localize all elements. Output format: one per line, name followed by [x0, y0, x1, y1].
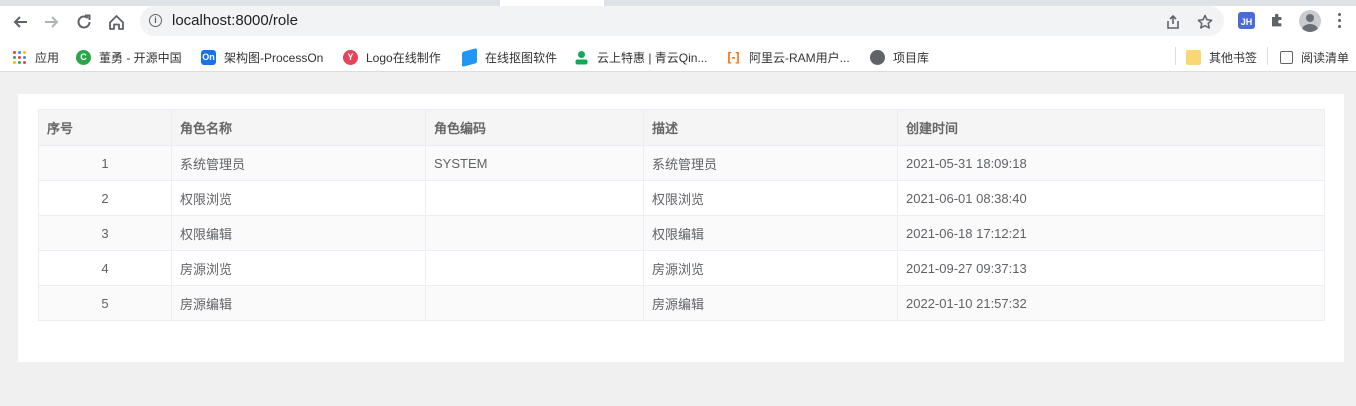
- folder-icon: [1186, 49, 1201, 65]
- table-row[interactable]: 2 权限浏览 权限浏览 2021-06-01 08:38:40: [38, 180, 1325, 216]
- processon-icon: On: [201, 49, 216, 65]
- column-header-role-name[interactable]: 角色名称: [171, 109, 426, 146]
- cell-role-code: [425, 250, 644, 286]
- bookmark-cutout[interactable]: 在线抠图软件: [462, 47, 557, 67]
- bookmark-label: 阅读清单: [1301, 50, 1350, 65]
- bookmark-label: 架构图-ProcessOn: [224, 50, 324, 65]
- bookmark-label: 阿里云-RAM用户...: [749, 50, 850, 65]
- forward-icon[interactable]: [39, 9, 65, 35]
- cell-role-name: 房源编辑: [171, 285, 426, 321]
- profile-avatar-icon[interactable]: [1299, 10, 1321, 32]
- cell-index: 1: [38, 145, 172, 181]
- cell-created-time: 2021-06-18 17:12:21: [897, 215, 1325, 251]
- oschina-icon: C: [76, 49, 91, 65]
- globe-icon: [870, 49, 885, 65]
- table-row[interactable]: 5 房源编辑 房源编辑 2022-01-10 21:57:32: [38, 285, 1325, 321]
- cell-role-code: [425, 215, 644, 251]
- cell-created-time: 2021-06-01 08:38:40: [897, 180, 1325, 216]
- bookmark-project-lib[interactable]: 项目库: [870, 47, 929, 67]
- back-icon[interactable]: [7, 9, 33, 35]
- cell-description: 系统管理员: [643, 145, 898, 181]
- role-table: 序号 角色名称 角色编码 描述 创建时间 1 系统管理员 SYSTEM 系统管理…: [38, 109, 1325, 321]
- logo-maker-icon: Y: [343, 49, 358, 65]
- url-text[interactable]: localhost:8000/role: [172, 12, 298, 29]
- bookmark-other[interactable]: 其他书签: [1186, 47, 1257, 67]
- bookmark-aliyun[interactable]: [-] 阿里云-RAM用户...: [726, 47, 850, 67]
- cell-description: 权限编辑: [643, 215, 898, 251]
- bookmark-oschina[interactable]: C 董勇 - 开源中国: [76, 47, 182, 67]
- bookmark-label: Logo在线制作: [366, 50, 441, 65]
- column-header-created-time[interactable]: 创建时间: [897, 109, 1325, 146]
- column-header-role-code[interactable]: 角色编码: [425, 109, 644, 146]
- jh-extension-icon[interactable]: JH: [1238, 12, 1255, 29]
- cell-index: 5: [38, 285, 172, 321]
- cell-index: 4: [38, 250, 172, 286]
- reload-icon[interactable]: [71, 9, 97, 35]
- bookmark-label: 应用: [35, 50, 60, 65]
- bookmark-logo-maker[interactable]: Y Logo在线制作: [343, 47, 441, 67]
- bookmark-star-icon[interactable]: [1197, 14, 1213, 33]
- bookmark-reading-list[interactable]: 阅读清单: [1280, 47, 1349, 67]
- cell-description: 权限浏览: [643, 180, 898, 216]
- cell-description: 房源浏览: [643, 250, 898, 286]
- bookmark-processon[interactable]: On 架构图-ProcessOn: [201, 47, 323, 67]
- bookmarks-bar: 应用 C 董勇 - 开源中国 On 架构图-ProcessOn Y Logo在线…: [0, 43, 1356, 72]
- cell-created-time: 2022-01-10 21:57:32: [897, 285, 1325, 321]
- home-icon[interactable]: [103, 9, 129, 35]
- bookmark-label: 在线抠图软件: [485, 50, 558, 65]
- bookmark-label: 其他书签: [1209, 50, 1258, 65]
- aliyun-icon: [-]: [727, 50, 740, 64]
- share-icon[interactable]: [1165, 14, 1181, 33]
- table-row[interactable]: 3 权限编辑 权限编辑 2021-06-18 17:12:21: [38, 215, 1325, 251]
- cell-role-code: SYSTEM: [425, 145, 644, 181]
- browser-toolbar: i localhost:8000/role JH: [0, 0, 1356, 43]
- reading-list-icon: [1280, 50, 1293, 64]
- bookmark-label: 项目库: [893, 50, 930, 65]
- column-header-index[interactable]: 序号: [38, 109, 172, 146]
- bookmark-label: 董勇 - 开源中国: [99, 50, 182, 65]
- cell-description: 房源编辑: [643, 285, 898, 321]
- cell-index: 3: [38, 215, 172, 251]
- cell-role-name: 权限编辑: [171, 215, 426, 251]
- bookmark-label: 云上特惠 | 青云Qin...: [597, 50, 708, 65]
- cell-created-time: 2021-09-27 09:37:13: [897, 250, 1325, 286]
- person-icon: [574, 50, 589, 65]
- bookmark-separator: [1267, 47, 1268, 65]
- table-row[interactable]: 1 系统管理员 SYSTEM 系统管理员 2021-05-31 18:09:18: [38, 145, 1325, 181]
- layers-icon: [462, 47, 477, 67]
- menu-kebab-icon[interactable]: [1338, 13, 1342, 31]
- cell-role-code: [425, 180, 644, 216]
- cell-role-name: 房源浏览: [171, 250, 426, 286]
- extensions-puzzle-icon[interactable]: [1269, 12, 1289, 32]
- bookmark-apps[interactable]: 应用: [12, 47, 59, 67]
- cell-role-name: 权限浏览: [171, 180, 426, 216]
- column-header-description[interactable]: 描述: [643, 109, 898, 146]
- table-header-row: 序号 角色名称 角色编码 描述 创建时间: [38, 109, 1325, 146]
- address-bar[interactable]: i localhost:8000/role: [140, 6, 1224, 36]
- cell-role-code: [425, 285, 644, 321]
- bookmark-qingcloud[interactable]: 云上特惠 | 青云Qin...: [574, 47, 707, 67]
- apps-grid-icon: [12, 50, 27, 65]
- cell-index: 2: [38, 180, 172, 216]
- cell-created-time: 2021-05-31 18:09:18: [897, 145, 1325, 181]
- content-panel: 序号 角色名称 角色编码 描述 创建时间 1 系统管理员 SYSTEM 系统管理…: [18, 94, 1344, 362]
- bookmark-separator: [1175, 47, 1176, 65]
- table-row[interactable]: 4 房源浏览 房源浏览 2021-09-27 09:37:13: [38, 250, 1325, 286]
- cell-role-name: 系统管理员: [171, 145, 426, 181]
- site-info-icon[interactable]: i: [149, 14, 162, 27]
